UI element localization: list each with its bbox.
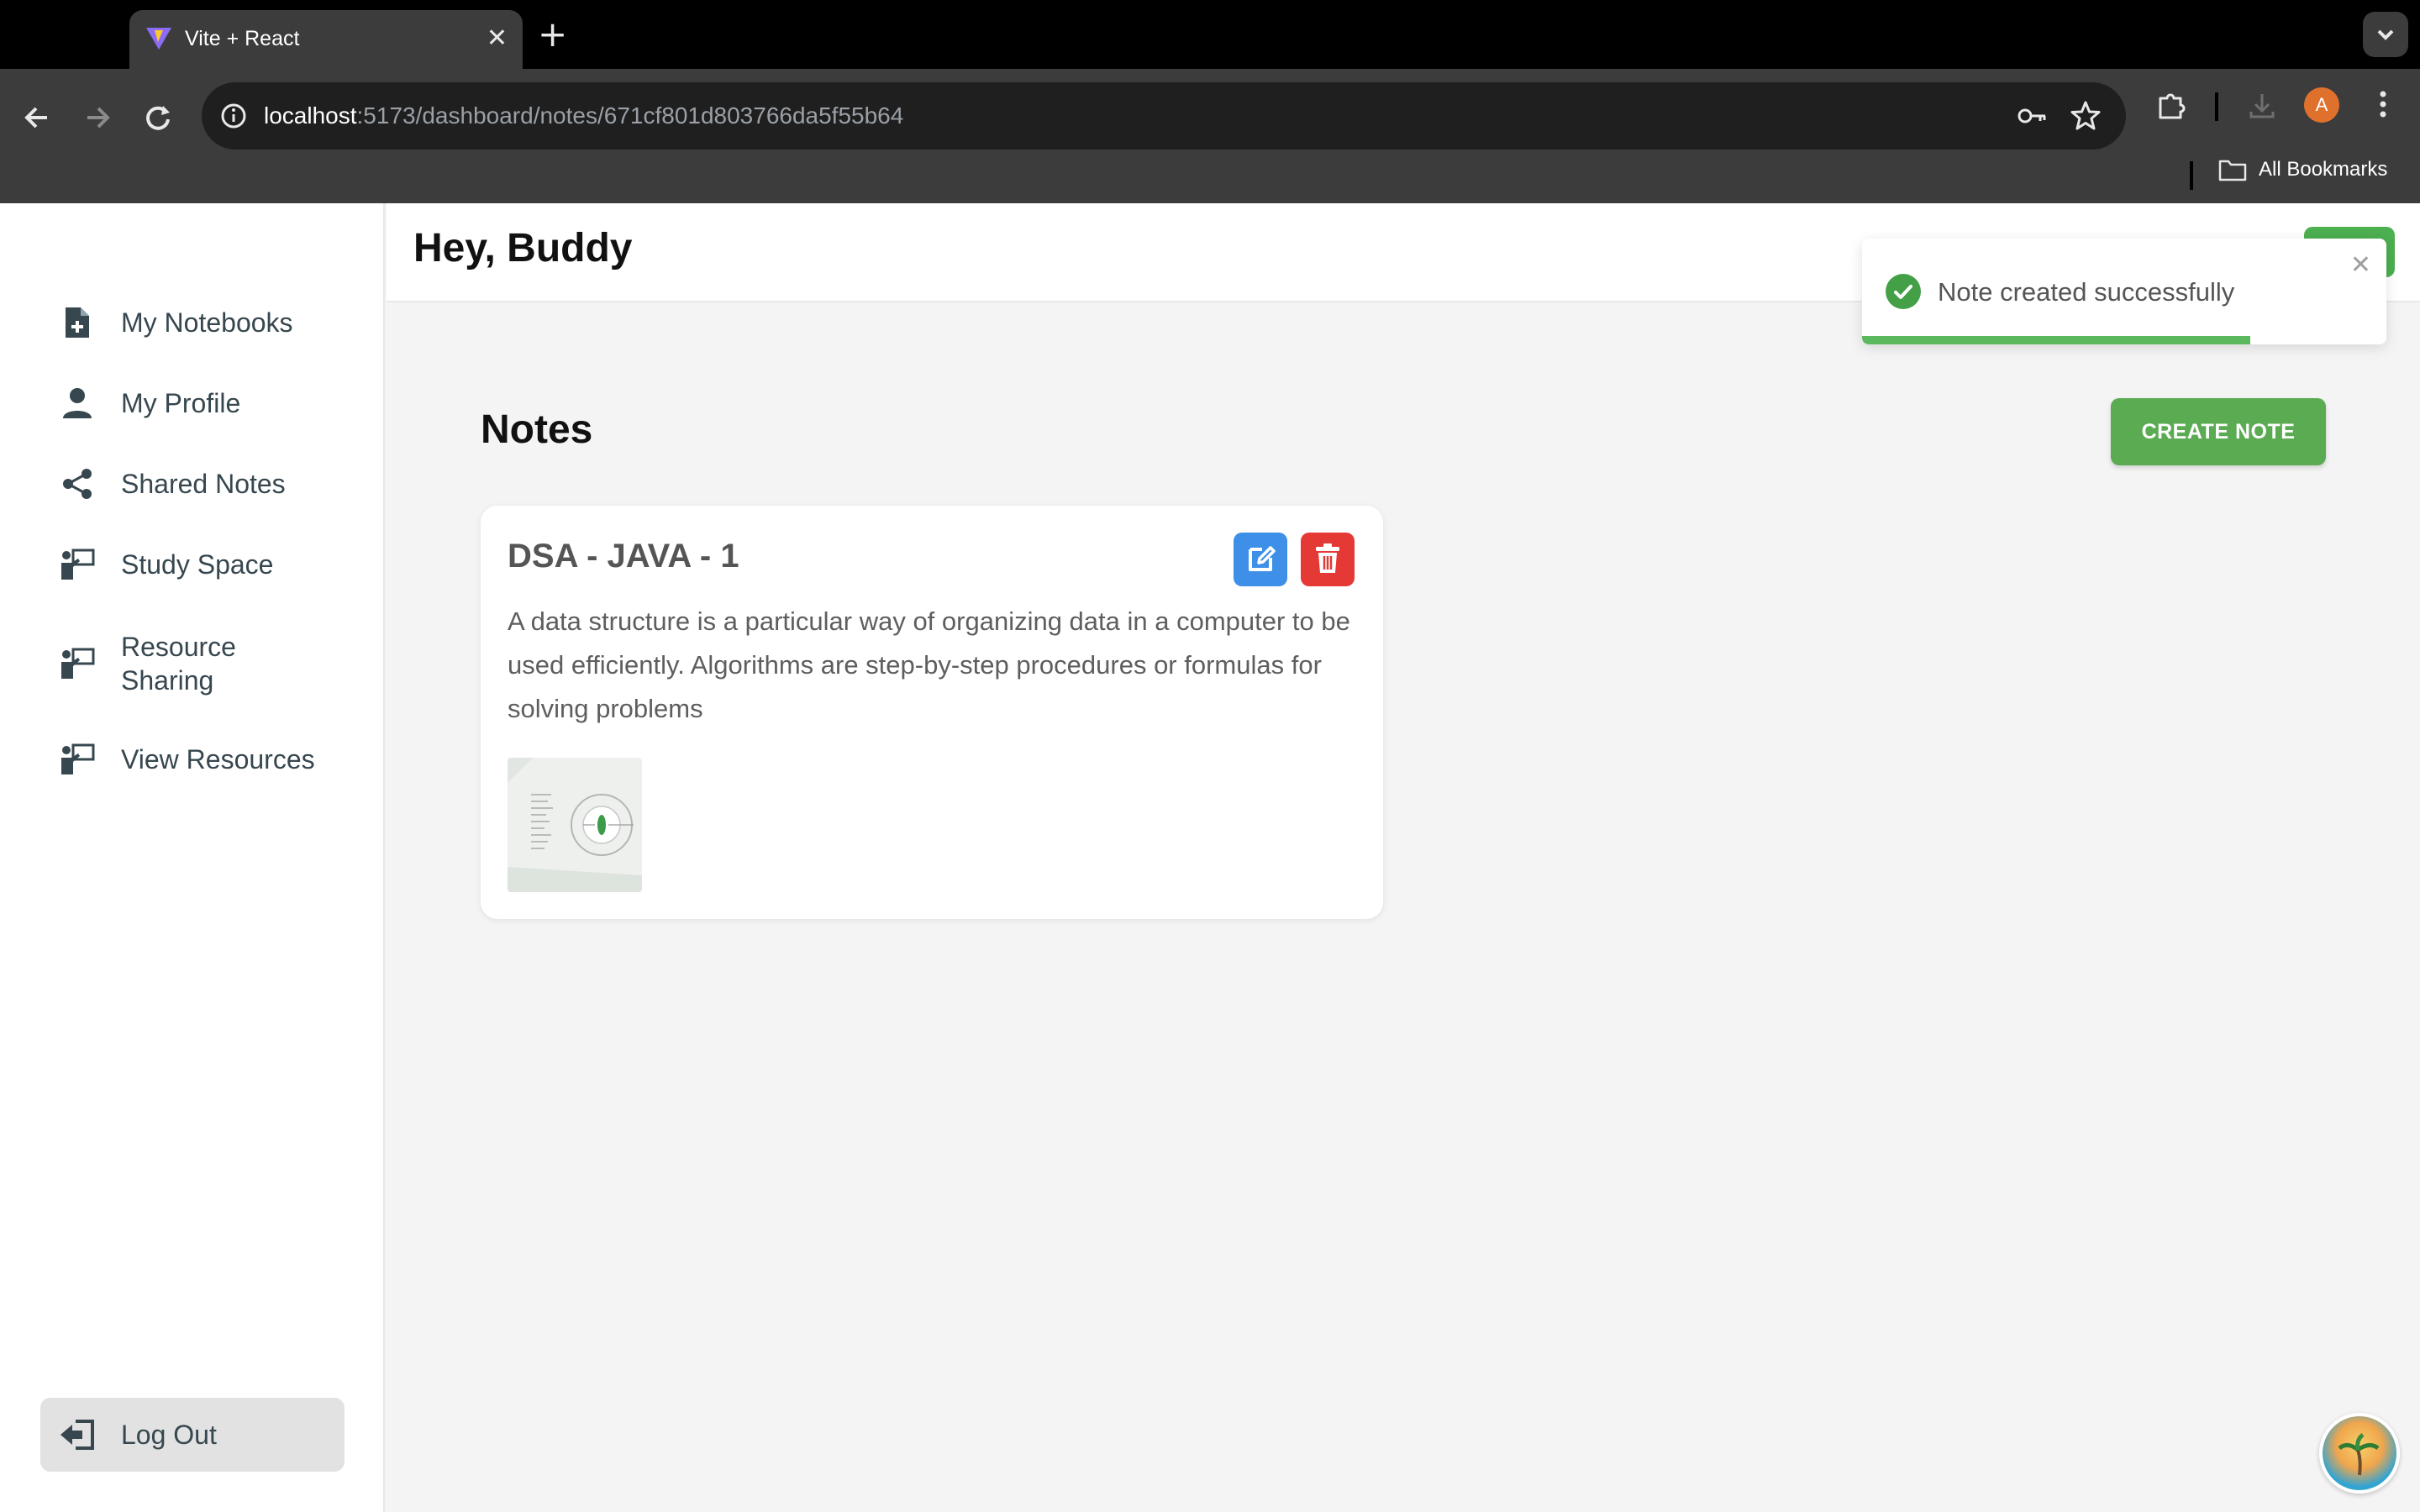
site-info-icon[interactable] <box>215 97 252 134</box>
sidebar-item-label: My Profile <box>121 388 241 418</box>
share-icon <box>59 465 96 502</box>
file-plus-icon <box>59 304 96 341</box>
create-note-button[interactable]: CREATE NOTE <box>2111 398 2326 465</box>
sidebar-item-my-profile[interactable]: My Profile <box>59 385 240 422</box>
teacher-board-icon <box>59 546 96 583</box>
kebab-menu-icon[interactable] <box>2365 84 2402 124</box>
trash-icon <box>1316 543 1339 573</box>
sidebar-item-study-space[interactable]: Study Space <box>59 546 273 583</box>
sidebar-item-label: Resource Sharing <box>121 630 236 697</box>
note-image-thumbnail[interactable] <box>508 758 642 892</box>
sidebar-item-shared-notes[interactable]: Shared Notes <box>59 465 286 502</box>
extensions-icon[interactable] <box>2153 87 2190 124</box>
sidebar-item-my-notebooks[interactable]: My Notebooks <box>59 304 293 341</box>
sidebar-item-label-line1: Resource <box>121 632 236 662</box>
sidebar-item-label: Study Space <box>121 549 274 580</box>
note-title: DSA - JAVA - 1 <box>508 538 739 575</box>
notes-section-title: Notes <box>481 407 593 452</box>
toast-progress-bar <box>1862 336 2250 344</box>
bookmarks-divider <box>2190 161 2193 190</box>
edit-icon <box>1249 546 1276 571</box>
note-body: A data structure is a particular way of … <box>508 606 1350 723</box>
greeting-title: Hey, Buddy <box>413 226 633 270</box>
success-toast: Note created successfully ✕ <box>1862 239 2386 344</box>
vite-logo-icon <box>146 28 171 50</box>
all-bookmarks-label: All Bookmarks <box>2259 158 2388 181</box>
key-icon[interactable] <box>2013 97 2050 134</box>
edit-note-button[interactable] <box>1234 533 1287 586</box>
sidebar-item-label-line2: Sharing <box>121 665 214 696</box>
logout-label: Log Out <box>121 1420 217 1450</box>
sidebar-item-label: My Notebooks <box>121 307 293 338</box>
reload-icon[interactable] <box>134 94 182 141</box>
teacher-board-icon <box>59 645 96 682</box>
all-bookmarks-button[interactable]: All Bookmarks <box>2218 158 2387 181</box>
new-tab-icon[interactable]: + <box>538 15 567 54</box>
tab-search-button[interactable] <box>2363 12 2408 57</box>
toast-progress-track <box>1862 336 2386 344</box>
url-path: :5173/dashboard/notes/671cf801d803766da5… <box>356 102 904 129</box>
floating-assistant-button[interactable] <box>2319 1413 2400 1494</box>
delete-note-button[interactable] <box>1301 533 1355 586</box>
check-circle-icon <box>1886 274 1921 309</box>
url-host: localhost <box>264 102 357 129</box>
sidebar-item-label: View Resources <box>121 744 315 774</box>
logout-icon <box>59 1416 96 1453</box>
star-icon[interactable] <box>2067 97 2104 134</box>
close-icon[interactable]: ✕ <box>2350 250 2371 281</box>
sidebar-item-resource-sharing[interactable]: Resource Sharing <box>59 630 236 697</box>
user-icon <box>59 385 96 422</box>
diagram-thumbnail-icon <box>508 758 642 892</box>
browser-tab[interactable]: Vite + React ✕ <box>129 10 523 69</box>
folder-icon <box>2218 160 2247 181</box>
sidebar: My Notebooks My Profile Shared Notes Stu… <box>0 203 385 1512</box>
sidebar-item-view-resources[interactable]: View Resources <box>59 741 315 778</box>
toast-message: Note created successfully <box>1938 277 2235 307</box>
address-bar[interactable]: localhost:5173/dashboard/notes/671cf801d… <box>202 82 2126 150</box>
tab-close-icon[interactable]: ✕ <box>487 22 508 55</box>
url-text: localhost:5173/dashboard/notes/671cf801d… <box>264 99 903 133</box>
back-arrow-icon[interactable] <box>13 94 60 141</box>
teacher-board-icon <box>59 741 96 778</box>
browser-toolbar: localhost:5173/dashboard/notes/671cf801d… <box>0 69 2420 203</box>
note-card[interactable]: DSA - JAVA - 1 A data structure is a par… <box>481 506 1383 919</box>
download-icon[interactable] <box>2244 87 2281 124</box>
logout-button[interactable]: Log Out <box>40 1398 345 1472</box>
chevron-down-icon <box>2377 29 2394 40</box>
sidebar-item-label: Shared Notes <box>121 469 286 499</box>
forward-arrow-icon[interactable] <box>74 94 121 141</box>
tab-title: Vite + React <box>185 27 300 50</box>
browser-tab-strip: Vite + React ✕ + <box>0 0 2420 69</box>
toolbar-divider <box>2215 92 2218 121</box>
palm-tree-icon <box>2338 1433 2380 1476</box>
profile-avatar[interactable]: A <box>2304 87 2339 123</box>
